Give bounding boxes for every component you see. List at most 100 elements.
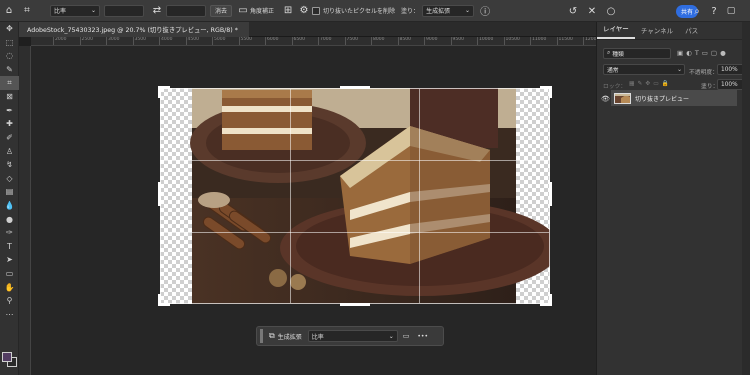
crop-handle-bottom-left[interactable] [158, 294, 161, 306]
foreground-color-swatch[interactable] [2, 352, 12, 362]
width-input[interactable] [104, 4, 144, 17]
fill-select[interactable]: 生成拡張 ⌄ [422, 4, 475, 17]
ruler-tick: 7000 [318, 37, 331, 45]
move-tool-icon[interactable]: ✥ [0, 22, 19, 36]
crop-handle-bottom-right[interactable] [549, 294, 552, 306]
tab-layers[interactable]: レイヤー [597, 23, 635, 39]
opacity-input[interactable]: 100% [717, 64, 745, 75]
fill-label: 塗り： [401, 8, 420, 15]
brush-tool-icon[interactable]: ✐ [0, 131, 19, 145]
crop-handle-bottom[interactable] [340, 303, 370, 306]
blur-tool-icon[interactable]: 💧 [0, 199, 19, 213]
crop-handle-top[interactable] [340, 86, 370, 89]
ruler-tick: 5000 [212, 37, 225, 45]
path-select-icon[interactable]: ➤ [0, 253, 19, 267]
layer-filter-select[interactable]: ⌕ 種類 [603, 48, 671, 59]
stamp-tool-icon[interactable]: ♙ [0, 144, 19, 158]
fill-opacity-input[interactable]: 100% [717, 79, 745, 90]
delete-pixels-label: 切り抜いたピクセルを削除 [323, 8, 396, 15]
height-input[interactable] [166, 4, 206, 17]
commit-crop-icon[interactable]: ○ [604, 4, 618, 18]
crop-preview[interactable] [160, 88, 550, 304]
ruler-tick: 10000 [477, 37, 493, 45]
layer-filter-icons[interactable]: ▣◐T▭▢● [677, 49, 729, 57]
straighten-label[interactable]: 角度補正 [250, 6, 274, 15]
type-tool-icon[interactable]: T [0, 240, 19, 254]
photoshop-window: ⌂ ⌗ 比率 ⌄ ⇄ 消去 ▭ 角度補正 ⊞ ⚙ 切り抜いたピクセルを削除 塗り：… [0, 0, 750, 375]
rectangle-tool-icon[interactable]: ▭ [0, 267, 19, 281]
grid-overlay-icon[interactable]: ⊞ [280, 0, 296, 22]
drag-handle[interactable] [260, 329, 263, 343]
tab-paths[interactable]: パス [679, 25, 704, 39]
more-options-button[interactable]: ••• [417, 333, 428, 340]
straighten-icon[interactable]: ▭ [236, 0, 250, 22]
crop-handle-left[interactable] [158, 182, 161, 206]
eyedropper-tool-icon[interactable]: ✒ [0, 104, 19, 118]
clear-button[interactable]: 消去 [210, 4, 233, 17]
fill-select-value: 生成拡張 [426, 8, 451, 15]
eraser-tool-icon[interactable]: ◇ [0, 172, 19, 186]
gradient-tool-icon[interactable]: ▤ [0, 185, 19, 199]
healing-brush-icon[interactable]: ✚ [0, 117, 19, 131]
undo-icon[interactable]: ↺ [566, 4, 580, 18]
marquee-tool-icon[interactable]: ⬚ [0, 36, 19, 50]
ruler-tick: 5500 [238, 37, 252, 45]
options-bar: ⌂ ⌗ 比率 ⌄ ⇄ 消去 ▭ 角度補正 ⊞ ⚙ 切り抜いたピクセルを削除 塗り：… [0, 0, 750, 22]
search-icon[interactable]: ⌕ [690, 4, 704, 18]
panel-tabs: レイヤー チャンネル パス [597, 22, 750, 40]
home-icon[interactable]: ⌂ [0, 0, 18, 22]
pen-tool-icon[interactable]: ✑ [0, 226, 19, 240]
dodge-tool-icon[interactable]: ● [0, 212, 19, 226]
chevron-down-icon: ⌄ [677, 66, 682, 73]
crop-handle-right[interactable] [549, 182, 552, 206]
ruler-tick: 9000 [424, 37, 437, 45]
document-tab[interactable]: AdobeStock_75430323.jpeg @ 20.7% (切り抜きプレ… [19, 22, 249, 37]
generative-expand-label: 生成拡張 [277, 333, 302, 341]
eye-icon[interactable]: 👁 [601, 95, 610, 103]
workspace-icon[interactable]: ▢ [724, 4, 738, 18]
cancel-crop-icon[interactable]: ✕ [585, 4, 599, 18]
delete-pixels-checkbox[interactable] [312, 6, 321, 15]
chevron-down-icon: ⌄ [90, 7, 96, 14]
chevron-down-icon: ⌄ [465, 7, 471, 14]
crop-guide-grid [160, 88, 550, 304]
chevron-down-icon: ⌄ [388, 332, 394, 340]
ruler-tick: 6500 [291, 37, 305, 45]
swap-icon[interactable]: ⇄ [148, 0, 166, 22]
object-select-tool-icon[interactable]: ✎ [0, 63, 19, 77]
crop-handle-top-left[interactable] [158, 86, 161, 98]
straighten-icon[interactable]: ▭ [403, 332, 410, 340]
ruler-tick: 3000 [106, 37, 119, 45]
lock-icons[interactable]: ▦✎✥▭🔒 [629, 81, 672, 87]
frame-tool-icon[interactable]: ⊠ [0, 90, 19, 104]
history-brush-icon[interactable]: ↯ [0, 158, 19, 172]
gear-icon[interactable]: ⚙ [296, 0, 312, 22]
layers-panel: レイヤー チャンネル パス ⌕ 種類 ▣◐T▭▢● 通常 ⌄ 不透明度： 100… [596, 22, 750, 375]
opacity-value: 100% [721, 66, 738, 73]
hand-tool-icon[interactable]: ✋ [0, 280, 19, 294]
ratio-select[interactable]: 比率 ⌄ [50, 4, 100, 17]
info-icon[interactable]: ⓘ [478, 0, 492, 22]
tab-channels[interactable]: チャンネル [635, 25, 679, 39]
blend-mode-value: 通常 [607, 68, 619, 74]
lasso-tool-icon[interactable]: ◌ [0, 49, 19, 63]
blend-mode-select[interactable]: 通常 ⌄ [603, 64, 685, 75]
crop-handle-top-right[interactable] [549, 86, 552, 98]
ruler-tick: 9500 [450, 37, 464, 45]
crop-tool-icon[interactable]: ⌗ [18, 0, 36, 22]
vertical-ruler[interactable] [19, 46, 31, 375]
layer-thumbnail [614, 92, 631, 104]
more-tools-icon[interactable]: ⋯ [0, 307, 19, 321]
zoom-tool-icon[interactable]: ⚲ [0, 294, 19, 308]
crop-tool-icon[interactable]: ⌗ [0, 76, 19, 90]
layer-row[interactable]: 切り抜きプレビュー [611, 90, 737, 106]
generative-expand-button[interactable]: ⧉ 生成拡張 [269, 331, 302, 341]
ruler-tick: 8500 [397, 37, 411, 45]
help-icon[interactable]: ? [707, 4, 721, 18]
ruler-tick: 2000 [53, 37, 66, 45]
ruler-tick: 11500 [556, 37, 573, 45]
ruler-tick: 12000 [583, 37, 596, 45]
horizontal-ruler[interactable]: 2000 2500 3000 3500 4000 4500 5000 5500 6000 6500… [31, 37, 596, 46]
ruler-tick: 6000 [265, 37, 278, 45]
context-ratio-select[interactable]: 比率 ⌄ [307, 330, 398, 342]
